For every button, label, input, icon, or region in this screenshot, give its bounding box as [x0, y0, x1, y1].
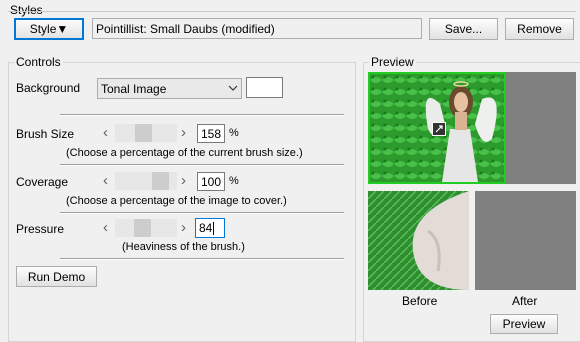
- separator: [60, 212, 344, 214]
- coverage-slider-thumb[interactable]: [152, 172, 169, 190]
- style-button-label: Style▼: [29, 22, 69, 36]
- navigator-empty-area: [506, 72, 576, 184]
- pressure-hint: (Heaviness of the brush.): [122, 241, 245, 253]
- styles-group-line: [8, 11, 576, 12]
- preview-group-label: Preview: [369, 55, 416, 69]
- brush-size-slider[interactable]: [115, 124, 177, 142]
- background-select-value: Tonal Image: [101, 81, 167, 96]
- brush-size-decrement-icon[interactable]: ‹: [103, 124, 108, 141]
- save-button-label: Save...: [444, 22, 483, 36]
- separator: [60, 258, 344, 260]
- remove-button-label: Remove: [517, 22, 562, 36]
- pressure-increment-icon[interactable]: ›: [181, 219, 186, 236]
- pressure-decrement-icon[interactable]: ‹: [103, 219, 108, 236]
- coverage-decrement-icon[interactable]: ‹: [103, 172, 108, 189]
- preview-button-label: Preview: [502, 317, 546, 331]
- separator: [60, 114, 344, 116]
- controls-group-label: Controls: [14, 55, 63, 69]
- pressure-value: 84: [199, 221, 213, 235]
- before-label: Before: [402, 294, 438, 308]
- chevron-down-icon: [228, 83, 238, 94]
- style-name-text: Pointillist: Small Daubs (modified): [96, 21, 275, 36]
- background-label: Background: [16, 81, 81, 95]
- before-preview-image: [368, 191, 469, 290]
- pressure-input[interactable]: 84: [195, 218, 225, 238]
- style-name-field: Pointillist: Small Daubs (modified): [92, 18, 422, 39]
- after-preview-image: [475, 191, 576, 290]
- preview-button[interactable]: Preview: [490, 314, 558, 334]
- brush-size-value: 158: [201, 126, 222, 141]
- after-label: After: [512, 294, 538, 308]
- pressure-slider[interactable]: [115, 219, 177, 237]
- background-select[interactable]: Tonal Image: [97, 78, 242, 99]
- coverage-value: 100: [201, 174, 222, 189]
- brush-size-unit: %: [229, 127, 239, 139]
- navigator-image[interactable]: [368, 72, 506, 184]
- coverage-label: Coverage: [16, 175, 69, 189]
- brush-size-input[interactable]: 158: [197, 124, 225, 143]
- brush-size-hint: (Choose a percentage of the current brus…: [66, 147, 303, 159]
- coverage-slider[interactable]: [115, 172, 177, 190]
- brush-size-label: Brush Size: [16, 127, 75, 141]
- separator: [60, 164, 344, 166]
- styles-group-label: Styles: [10, 3, 43, 17]
- style-menu-button[interactable]: Style▼: [14, 18, 84, 40]
- before-artwork: [368, 191, 469, 290]
- coverage-unit: %: [229, 175, 239, 187]
- pressure-label: Pressure: [16, 222, 65, 236]
- remove-button[interactable]: Remove: [505, 18, 574, 40]
- coverage-hint: (Choose a percentage of the image to cov…: [66, 195, 287, 207]
- brush-size-slider-thumb[interactable]: [135, 124, 152, 142]
- text-cursor: [213, 221, 215, 235]
- coverage-input[interactable]: 100: [197, 172, 225, 191]
- move-icon[interactable]: [432, 122, 446, 136]
- pressure-slider-thumb[interactable]: [134, 219, 151, 237]
- brush-size-increment-icon[interactable]: ›: [181, 124, 186, 141]
- run-demo-label: Run Demo: [27, 269, 86, 284]
- background-color-swatch[interactable]: [246, 77, 283, 98]
- coverage-increment-icon[interactable]: ›: [181, 172, 186, 189]
- save-button[interactable]: Save...: [429, 18, 498, 40]
- run-demo-button[interactable]: Run Demo: [16, 266, 97, 287]
